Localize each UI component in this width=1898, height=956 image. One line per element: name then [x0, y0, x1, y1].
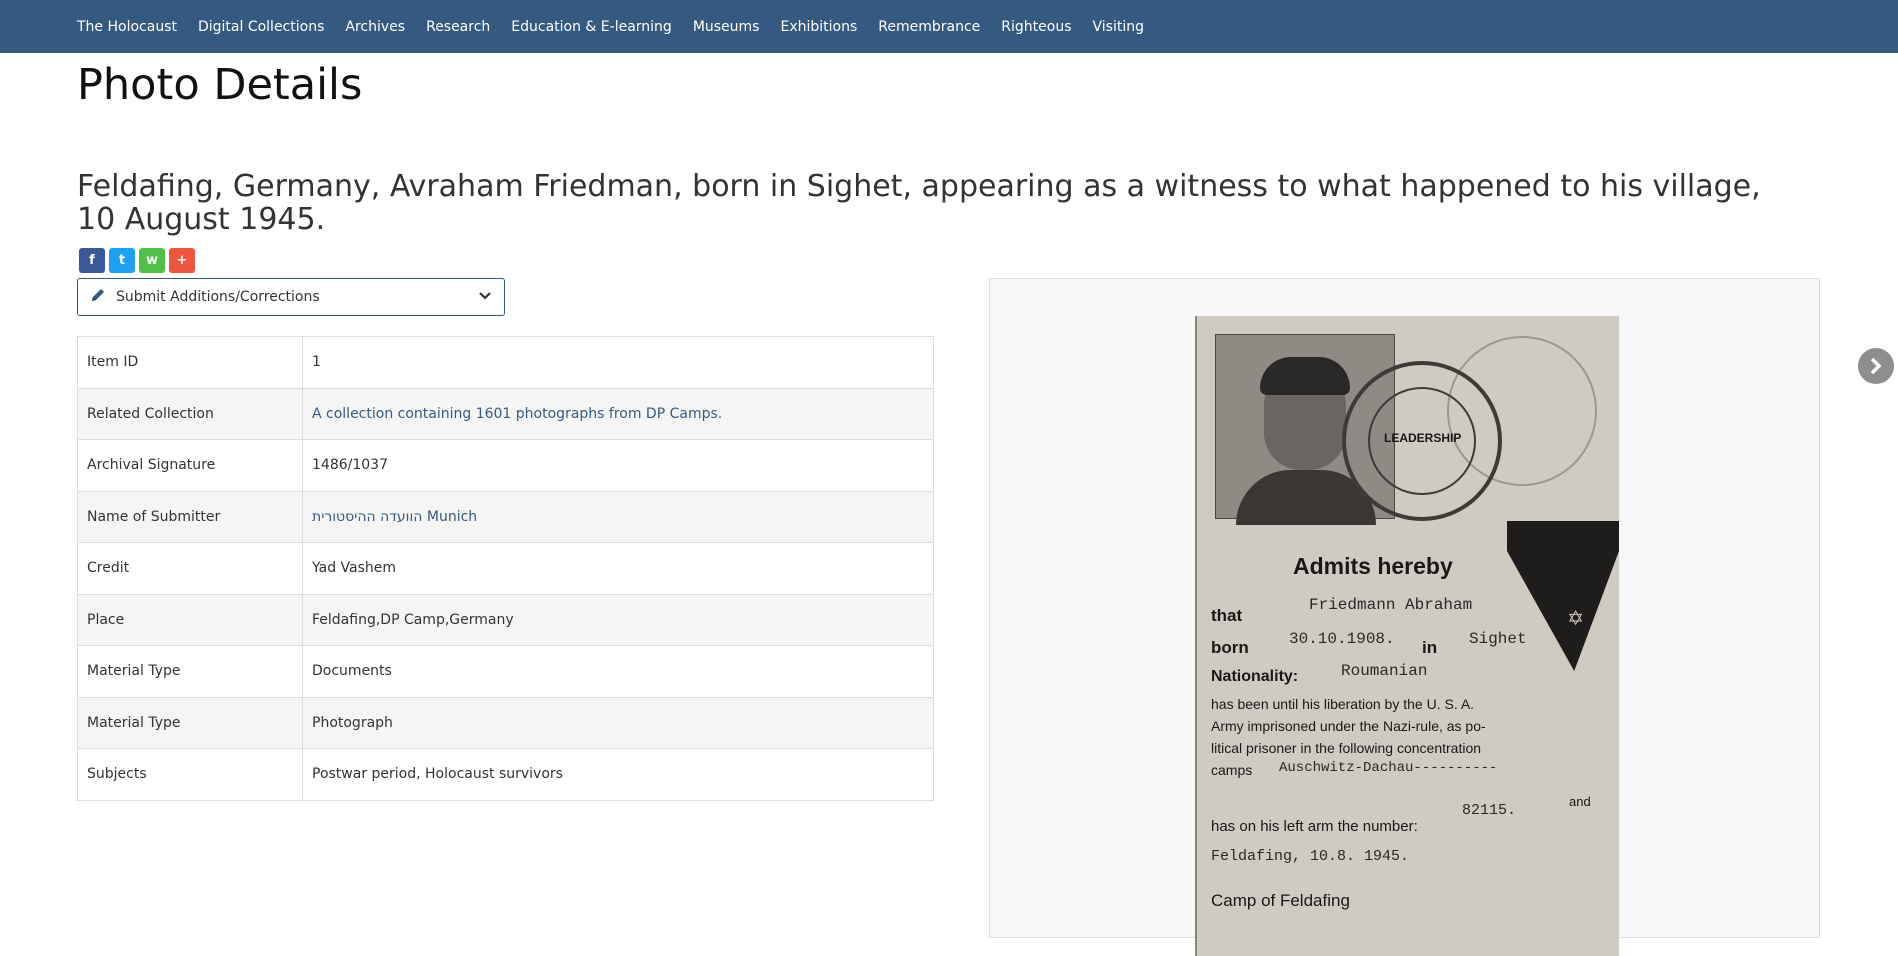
- nav-item-holocaust[interactable]: The Holocaust: [77, 19, 177, 35]
- detail-value: Yad Vashem: [302, 542, 934, 595]
- table-row: Credit Yad Vashem: [77, 542, 934, 595]
- photo-details-table: Item ID 1 Related Collection A collection …: [77, 336, 934, 801]
- nav-item-righteous[interactable]: Righteous: [1001, 19, 1071, 35]
- doc-town: Sighet: [1469, 630, 1527, 648]
- doc-line-2: Army imprisoned under the Nazi-rule, as …: [1211, 718, 1486, 734]
- detail-key: Item ID: [77, 336, 303, 389]
- table-row: Material Type Photograph: [77, 696, 934, 749]
- chevron-down-icon: [478, 289, 492, 305]
- submitter-link[interactable]: הוועדה ההיסטורית Munich: [312, 509, 477, 525]
- doc-nationality: Roumanian: [1341, 662, 1428, 680]
- stamp-text: LEADERSHIP: [1384, 431, 1462, 445]
- doc-in-label: in: [1422, 638, 1438, 657]
- nav-item-research[interactable]: Research: [426, 19, 490, 35]
- doc-nationality-label: Nationality:: [1211, 668, 1299, 685]
- photo-title: Feldafing, Germany, Avraham Friedman, bo…: [77, 169, 1761, 237]
- detail-value: Photograph: [302, 696, 934, 749]
- whatsapp-share-icon[interactable]: w: [139, 248, 165, 273]
- detail-value: Documents: [302, 645, 934, 698]
- nav-item-education[interactable]: Education & E-learning: [511, 19, 672, 35]
- doc-dob: 30.10.1908.: [1289, 630, 1395, 648]
- nav-item-visiting[interactable]: Visiting: [1093, 19, 1144, 35]
- doc-line-4: camps: [1211, 762, 1253, 778]
- detail-key: Subjects: [77, 748, 303, 801]
- submit-corrections-label: Submit Additions/Corrections: [116, 289, 320, 305]
- nav-item-digital-collections[interactable]: Digital Collections: [198, 19, 324, 35]
- table-row: Archival Signature 1486/1037: [77, 439, 934, 492]
- detail-key: Name of Submitter: [77, 490, 303, 543]
- detail-value: 1: [302, 336, 934, 389]
- chevron-right-icon: [1870, 357, 1882, 375]
- triangle-badge: [1507, 521, 1619, 671]
- detail-key: Credit: [77, 542, 303, 595]
- doc-line-3: litical prisoner in the following concen…: [1211, 740, 1482, 756]
- doc-date-place: Feldafing, 10.8. 1945.: [1211, 848, 1410, 865]
- doc-footer: Camp of Feldafing: [1211, 891, 1350, 910]
- table-row: Name of Submitter הוועדה ההיסטורית Munich: [77, 490, 934, 543]
- page-title: Photo Details: [77, 60, 363, 110]
- detail-key: Material Type: [77, 696, 303, 749]
- detail-value: 1486/1037: [302, 439, 934, 492]
- related-collection-link[interactable]: A collection containing 1601 photographs…: [312, 406, 722, 422]
- twitter-share-icon[interactable]: t: [109, 248, 135, 273]
- table-row: Item ID 1: [77, 336, 934, 389]
- facebook-share-icon[interactable]: f: [79, 248, 105, 273]
- detail-value: Feldafing,DP Camp,Germany: [302, 593, 934, 646]
- pencil-icon: [90, 287, 108, 307]
- submit-corrections-button[interactable]: Submit Additions/Corrections: [77, 278, 505, 316]
- share-buttons: f t w +: [79, 248, 195, 273]
- feldafing-stamp: LEADERSHIP: [1342, 361, 1502, 521]
- doc-number: 82115.: [1462, 802, 1517, 819]
- star-of-david-icon: ✡: [1567, 608, 1584, 630]
- table-row: Subjects Postwar period, Holocaust surviv…: [77, 748, 934, 801]
- doc-born-label: born: [1211, 638, 1249, 657]
- nav-item-museums[interactable]: Museums: [693, 19, 760, 35]
- detail-value: Postwar period, Holocaust survivors: [302, 748, 934, 801]
- doc-heading: Admits hereby: [1293, 553, 1453, 579]
- next-arrow-button[interactable]: [1858, 348, 1894, 384]
- doc-line-5: has on his left arm the number:: [1211, 818, 1418, 835]
- photo-viewer[interactable]: LEADERSHIP ✡ Admits hereby that Friedman…: [989, 278, 1820, 956]
- doc-that-label: that: [1211, 606, 1243, 625]
- detail-key: Archival Signature: [77, 439, 303, 492]
- nav-item-archives[interactable]: Archives: [345, 19, 405, 35]
- detail-key: Place: [77, 593, 303, 646]
- top-navigation: The Holocaust Digital Collections Archiv…: [0, 0, 1898, 53]
- doc-camps: Auschwitz-Dachau----------: [1279, 760, 1498, 776]
- nav-item-remembrance[interactable]: Remembrance: [878, 19, 980, 35]
- doc-line-1: has been until his liberation by the U. …: [1211, 696, 1475, 712]
- table-row: Material Type Documents: [77, 645, 934, 698]
- archival-document-photo[interactable]: LEADERSHIP ✡ Admits hereby that Friedman…: [1195, 316, 1619, 956]
- detail-key: Related Collection: [77, 387, 303, 440]
- table-row: Place Feldafing,DP Camp,Germany: [77, 593, 934, 646]
- detail-key: Material Type: [77, 645, 303, 698]
- doc-and-label: and: [1569, 794, 1591, 809]
- doc-name: Friedmann Abraham: [1309, 596, 1473, 614]
- table-row: Related Collection A collection containin…: [77, 387, 934, 440]
- more-share-icon[interactable]: +: [169, 248, 195, 273]
- nav-item-exhibitions[interactable]: Exhibitions: [780, 19, 857, 35]
